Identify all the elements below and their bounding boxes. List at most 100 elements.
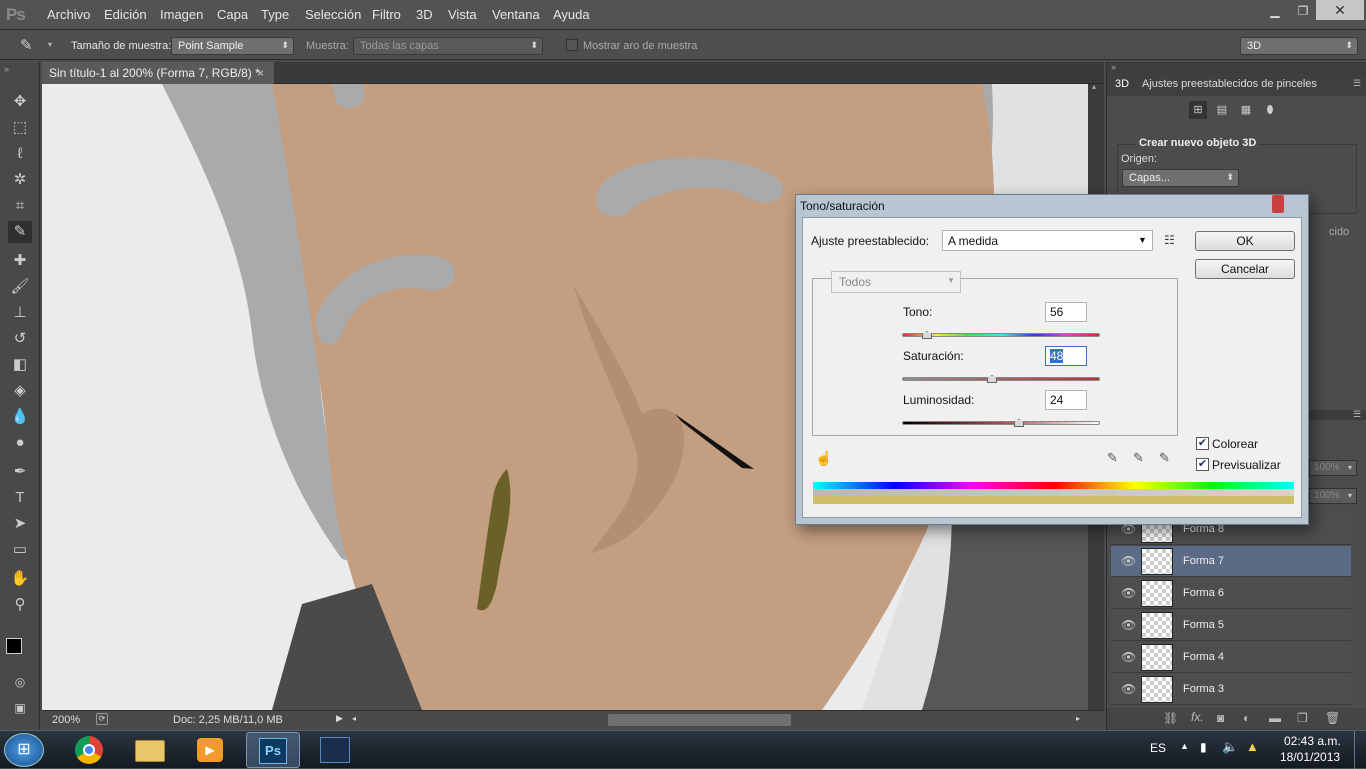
layer-row[interactable]: 👁 Forma 7 <box>1111 546 1351 577</box>
eye-icon[interactable]: 👁 <box>1121 618 1136 632</box>
layers-panel-menu-icon[interactable]: ☰ <box>1353 409 1361 420</box>
menu-vista[interactable]: Vista <box>448 7 477 22</box>
pen-tool-icon[interactable]: ✒ <box>8 461 32 483</box>
colorize-checkbox[interactable]: ✔ <box>1196 437 1209 450</box>
mesh-icon[interactable]: ▤ <box>1213 101 1231 119</box>
menu-filtro[interactable]: Filtro <box>372 7 401 22</box>
media-player-taskbar-icon[interactable]: ▶ <box>182 732 236 768</box>
lasso-tool-icon[interactable]: ℓ <box>8 143 32 165</box>
start-button-icon[interactable]: ⊞ <box>4 733 44 767</box>
menu-imagen[interactable]: Imagen <box>160 7 203 22</box>
clock-date[interactable]: 18/01/2013 <box>1280 750 1340 764</box>
marquee-tool-icon[interactable]: ⬚ <box>8 117 32 139</box>
window-close-icon[interactable]: ✕ <box>1316 0 1364 20</box>
sample-size-select[interactable]: Point Sample ⬍ <box>171 37 294 55</box>
fx-icon[interactable]: fx. <box>1191 710 1204 724</box>
hue-input[interactable]: 56 <box>1045 302 1087 322</box>
collapse-icon[interactable]: » <box>4 64 9 74</box>
menu-seleccion[interactable]: Selección <box>305 7 361 22</box>
menu-capa[interactable]: Capa <box>217 7 248 22</box>
preset-select[interactable]: A medida ▼ <box>942 230 1153 251</box>
brush-tool-icon[interactable]: 🖌 <box>8 276 32 298</box>
stamp-tool-icon[interactable]: ⊥ <box>8 302 32 324</box>
hand-tool-icon[interactable]: ✋ <box>8 568 32 590</box>
foreground-color-swatch[interactable] <box>6 638 22 654</box>
screen-mode-icon[interactable]: ▣ <box>8 697 32 719</box>
new-group-icon[interactable]: ▬ <box>1269 711 1281 725</box>
eye-icon[interactable]: 👁 <box>1121 554 1136 568</box>
eyedropper-plus-icon[interactable]: ✎ <box>1133 450 1144 466</box>
crop-tool-icon[interactable]: ⌗ <box>8 195 32 217</box>
layer-row[interactable]: 👁 Forma 5 <box>1111 610 1351 641</box>
material-icon[interactable]: ▦ <box>1237 101 1255 119</box>
lightness-input[interactable]: 24 <box>1045 390 1087 410</box>
new-layer-icon[interactable]: ❐ <box>1297 711 1308 725</box>
screen-app-taskbar-icon[interactable] <box>308 732 362 768</box>
paint-bucket-tool-icon[interactable]: ◈ <box>8 380 32 402</box>
hand-adjust-icon[interactable]: ☝ <box>815 450 832 467</box>
layer-row[interactable]: 👁 Forma 6 <box>1111 578 1351 609</box>
signal-icon[interactable]: ▮ <box>1200 740 1207 754</box>
dodge-tool-icon[interactable]: ● <box>8 432 32 454</box>
show-desktop-button[interactable] <box>1354 731 1366 769</box>
eyedropper-minus-icon[interactable]: ✎ <box>1159 450 1170 466</box>
quick-mask-icon[interactable]: ◎ <box>8 671 32 693</box>
origin-select[interactable]: Capas... ⬍ <box>1122 169 1239 187</box>
add-mask-icon[interactable]: ◙ <box>1217 711 1224 725</box>
path-select-tool-icon[interactable]: ➤ <box>8 513 32 535</box>
drive-sync-icon[interactable]: ▲ <box>1246 739 1259 754</box>
scroll-up-icon[interactable]: ▴ <box>1092 82 1096 91</box>
workspace-select[interactable]: 3D ⬍ <box>1240 37 1358 55</box>
magic-wand-tool-icon[interactable]: ✲ <box>8 169 32 191</box>
delete-layer-icon[interactable]: 🗑 <box>1325 711 1340 725</box>
zoom-level[interactable]: 200% <box>52 714 80 726</box>
collapse-icon[interactable]: » <box>1111 62 1116 72</box>
close-tab-icon[interactable]: × <box>257 66 264 80</box>
document-tab[interactable]: Sin título-1 al 200% (Forma 7, RGB/8) * … <box>42 62 274 84</box>
light-icon[interactable]: ⬮ <box>1261 101 1279 119</box>
channel-select[interactable]: Todos ▼ <box>831 271 961 293</box>
restore-icon[interactable]: ❐ <box>1290 2 1316 20</box>
menu-archivo[interactable]: Archivo <box>47 7 90 22</box>
horizontal-scroll-thumb[interactable] <box>608 714 791 726</box>
lightness-slider-track[interactable] <box>902 421 1100 425</box>
eye-icon[interactable]: 👁 <box>1121 586 1136 600</box>
status-menu-icon[interactable]: ▶ <box>336 713 343 724</box>
eraser-tool-icon[interactable]: ◧ <box>8 354 32 376</box>
eyedropper-icon[interactable]: ✎ <box>1107 450 1118 466</box>
tab-3d[interactable]: 3D <box>1115 78 1129 90</box>
show-hidden-icons-icon[interactable]: ▲ <box>1180 741 1189 751</box>
shape-tool-icon[interactable]: ▭ <box>8 539 32 561</box>
explorer-taskbar-icon[interactable] <box>122 732 176 768</box>
zoom-tool-icon[interactable]: ⚲ <box>8 594 32 616</box>
tab-brush-presets[interactable]: Ajustes preestablecidos de pinceles <box>1142 78 1317 90</box>
healing-brush-tool-icon[interactable]: ✚ <box>8 250 32 272</box>
eyedropper-icon[interactable]: ✎ <box>20 36 33 54</box>
menu-edicion[interactable]: Edición <box>104 7 147 22</box>
saturation-input[interactable]: 48 <box>1045 346 1087 366</box>
dialog-close-icon[interactable] <box>1272 195 1284 213</box>
preview-checkbox[interactable]: ✔ <box>1196 458 1209 471</box>
minimize-icon[interactable]: ▁ <box>1262 2 1288 20</box>
link-layers-icon[interactable]: ⛓ <box>1163 711 1178 725</box>
tool-preset-chevron-icon[interactable]: ▾ <box>48 40 52 49</box>
eyedropper-tool-icon[interactable]: ✎ <box>8 221 32 243</box>
scroll-left-icon[interactable]: ◂ <box>352 714 356 723</box>
photoshop-taskbar-icon[interactable]: Ps <box>246 732 300 768</box>
eye-icon[interactable]: 👁 <box>1121 682 1136 696</box>
ok-button[interactable]: OK <box>1195 231 1295 251</box>
saturation-slider-track[interactable] <box>902 377 1100 381</box>
layer-row[interactable]: 👁 Forma 3 <box>1111 674 1351 705</box>
opacity-field[interactable]: 100% ▾ <box>1309 460 1357 476</box>
fill-field[interactable]: 100% ▾ <box>1309 488 1357 504</box>
blur-tool-icon[interactable]: 💧 <box>8 406 32 428</box>
move-tool-icon[interactable]: ✥ <box>8 91 32 113</box>
status-info-icon[interactable]: ⟳ <box>96 713 108 725</box>
type-tool-icon[interactable]: T <box>8 487 32 509</box>
sample-select[interactable]: Todas las capas ⬍ <box>353 37 543 55</box>
menu-3d[interactable]: 3D <box>416 7 433 22</box>
sample-ring-checkbox[interactable] <box>566 39 578 51</box>
history-brush-tool-icon[interactable]: ↺ <box>8 328 32 350</box>
adjustment-layer-icon[interactable]: ◐ <box>1243 711 1250 725</box>
volume-icon[interactable]: 🔈 <box>1222 739 1238 755</box>
